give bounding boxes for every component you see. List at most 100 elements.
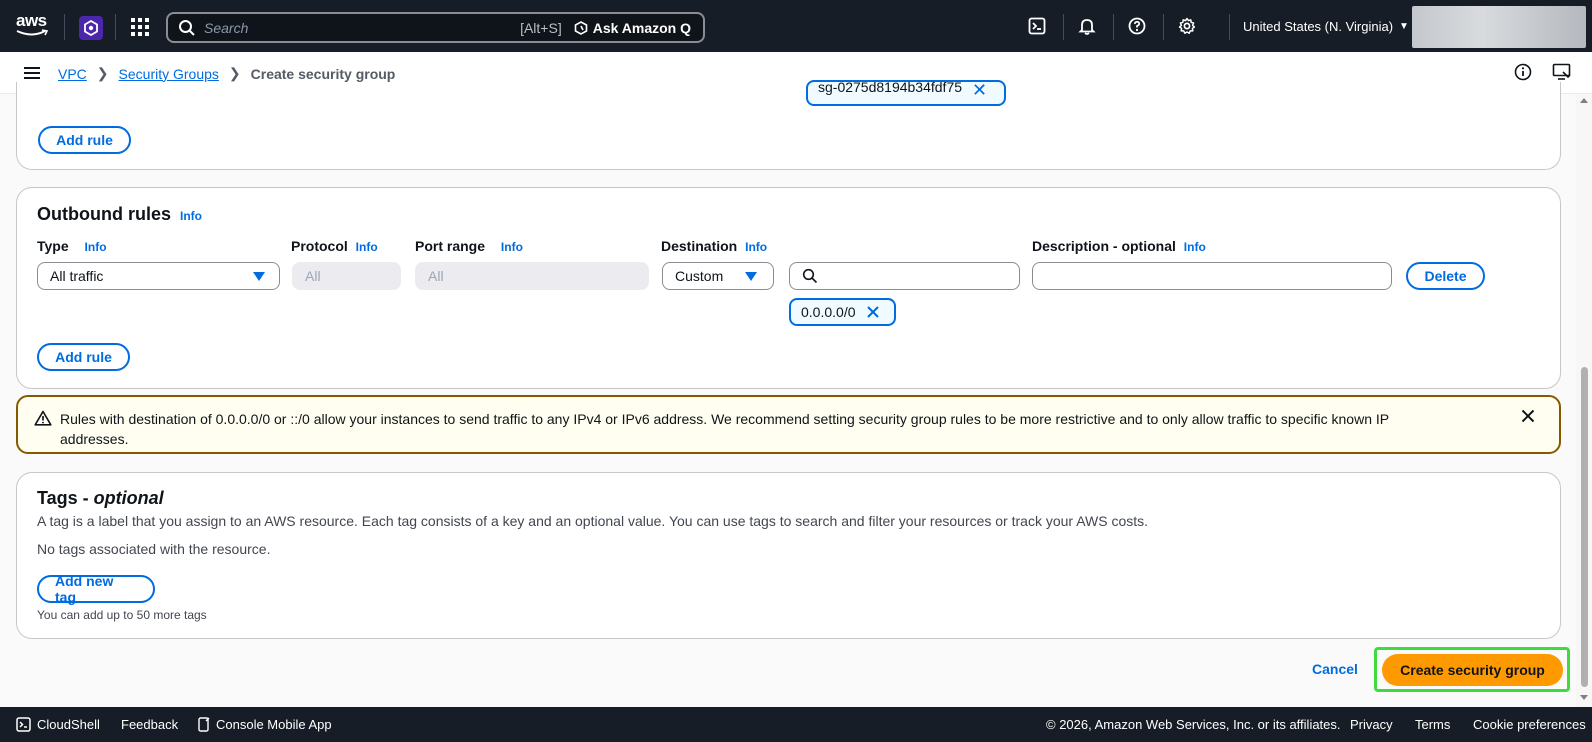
nav-divider	[1163, 14, 1164, 40]
destination-column-header: Destination Info	[661, 238, 767, 254]
tags-panel: Tags - optional A tag is a label that yo…	[16, 472, 1561, 639]
console-footer: CloudShell Feedback Console Mobile App ©…	[0, 707, 1592, 742]
add-new-tag-button[interactable]: Add new tag	[37, 573, 155, 605]
search-placeholder: Search	[204, 19, 249, 36]
warning-alert: Rules with destination of 0.0.0.0/0 or :…	[16, 395, 1561, 454]
protocol-info-link[interactable]: Info	[356, 240, 378, 254]
breadcrumb: VPC ❯ Security Groups ❯ Create security …	[58, 65, 395, 82]
cloudshell-icon[interactable]	[1027, 16, 1047, 36]
remove-token-close-icon[interactable]	[866, 305, 880, 319]
type-select[interactable]: All traffic	[37, 262, 280, 290]
tags-heading-optional: optional	[93, 488, 164, 508]
outbound-rules-panel: Outbound rules Info Type Info Protocol I…	[16, 187, 1561, 389]
destination-select[interactable]: Custom	[662, 262, 774, 290]
scroll-down-arrow-icon[interactable]	[1580, 695, 1588, 700]
port-info-link[interactable]: Info	[501, 240, 523, 254]
settings-gear-icon[interactable]	[1177, 16, 1197, 36]
footer-mobile-app-label: Console Mobile App	[216, 717, 332, 732]
warning-triangle-icon	[34, 410, 52, 426]
delete-rule-button[interactable]: Delete	[1406, 262, 1485, 290]
footer-cloudshell-label: CloudShell	[37, 717, 100, 732]
caret-down-icon: ▼	[1399, 21, 1409, 32]
scrollbar-thumb[interactable]	[1581, 367, 1588, 687]
search-shortcut: [Alt+S]	[520, 19, 562, 36]
destination-token-label: 0.0.0.0/0	[801, 304, 856, 320]
aws-smile-icon	[16, 29, 48, 36]
account-menu[interactable]	[1412, 6, 1586, 48]
nav-divider	[1063, 14, 1064, 40]
amazon-q-icon	[574, 20, 588, 35]
chevron-right-icon: ❯	[228, 65, 241, 81]
caret-down-icon	[253, 272, 265, 281]
outbound-info-link[interactable]: Info	[180, 209, 202, 223]
port-header-label: Port range	[415, 238, 486, 254]
search-icon	[179, 19, 195, 36]
tags-title: Tags - optional	[37, 488, 164, 509]
protocol-input: All	[292, 262, 401, 290]
help-icon[interactable]	[1127, 16, 1147, 36]
inbound-rules-panel: sg-0275d8194b34fdf75 ✕ Add rule	[16, 80, 1561, 170]
create-security-group-button[interactable]: Create security group	[1382, 654, 1563, 686]
nav-divider	[115, 14, 116, 40]
nav-divider	[64, 14, 65, 40]
type-column-header: Type Info	[37, 238, 107, 254]
description-info-link[interactable]: Info	[1184, 240, 1206, 254]
search-input[interactable]: Search [Alt+S] Ask Amazon Q	[166, 12, 705, 43]
tags-heading: Tags -	[37, 488, 94, 508]
cancel-button[interactable]: Cancel	[1312, 661, 1358, 677]
type-select-value: All traffic	[50, 268, 104, 284]
service-shortcut-icon[interactable]	[79, 16, 103, 40]
info-circle-icon[interactable]	[1514, 63, 1532, 84]
outbound-add-rule-button[interactable]: Add rule	[37, 343, 130, 371]
region-selector[interactable]: United States (N. Virginia) ▼	[1243, 19, 1409, 34]
nav-divider	[1113, 14, 1114, 40]
tags-description: A tag is a label that you assign to an A…	[37, 513, 1149, 529]
breadcrumb-vpc[interactable]: VPC	[58, 66, 87, 82]
dismiss-alert-close-icon[interactable]	[1521, 409, 1535, 423]
footer-copyright: © 2026, Amazon Web Services, Inc. or its…	[1046, 717, 1341, 732]
remove-token-close-icon[interactable]: ✕	[972, 82, 987, 101]
footer-terms-link[interactable]: Terms	[1415, 717, 1450, 732]
footer-mobile-app-link[interactable]: Console Mobile App	[198, 717, 332, 732]
description-column-header: Description - optional Info	[1032, 238, 1206, 254]
destination-info-link[interactable]: Info	[745, 240, 767, 254]
breadcrumb-current: Create security group	[250, 65, 396, 82]
protocol-column-header: Protocol Info	[291, 238, 378, 254]
port-range-column-header: Port range Info	[415, 238, 523, 254]
nav-divider	[1229, 14, 1230, 40]
tags-empty-message: No tags associated with the resource.	[37, 541, 271, 557]
destination-header-label: Destination	[661, 238, 738, 254]
outbound-rules-title: Outbound rules Info	[37, 204, 202, 225]
services-grid-icon[interactable]	[131, 18, 149, 36]
protocol-header-label: Protocol	[291, 238, 348, 254]
breadcrumb-security-groups[interactable]: Security Groups	[119, 66, 219, 82]
ask-amazon-q-button[interactable]: Ask Amazon Q	[574, 20, 691, 36]
outbound-rules-heading: Outbound rules	[37, 204, 171, 224]
description-input[interactable]	[1032, 262, 1392, 290]
footer-cloudshell-link[interactable]: CloudShell	[16, 717, 100, 732]
mobile-phone-icon	[198, 717, 210, 732]
chevron-right-icon: ❯	[96, 65, 109, 81]
protocol-input-value: All	[305, 268, 321, 284]
tutorial-panel-icon[interactable]	[1552, 63, 1572, 84]
type-info-link[interactable]: Info	[85, 240, 107, 254]
inbound-add-rule-button[interactable]: Add rule	[38, 126, 131, 154]
aws-logo-text: aws	[16, 11, 47, 30]
aws-logo[interactable]: aws	[16, 12, 52, 40]
scroll-up-arrow-icon[interactable]	[1580, 98, 1588, 103]
port-range-input-value: All	[428, 268, 444, 284]
footer-cookie-preferences-link[interactable]: Cookie preferences	[1473, 717, 1586, 732]
port-range-input: All	[415, 262, 649, 290]
footer-privacy-link[interactable]: Privacy	[1350, 717, 1393, 732]
warning-alert-text: Rules with destination of 0.0.0.0/0 or :…	[60, 411, 1389, 447]
menu-hamburger-icon[interactable]	[24, 67, 40, 79]
description-header-label: Description - optional	[1032, 238, 1176, 254]
destination-select-value: Custom	[675, 268, 724, 284]
cloudshell-icon	[16, 717, 31, 732]
footer-feedback-link[interactable]: Feedback	[121, 717, 178, 732]
top-navigation: aws Search [Alt+S] Ask Amazon Q United S	[0, 0, 1592, 52]
source-token: sg-0275d8194b34fdf75 ✕	[806, 80, 1006, 106]
notifications-bell-icon[interactable]	[1077, 16, 1097, 36]
destination-token: 0.0.0.0/0	[789, 298, 896, 326]
destination-search-input[interactable]	[789, 262, 1020, 290]
